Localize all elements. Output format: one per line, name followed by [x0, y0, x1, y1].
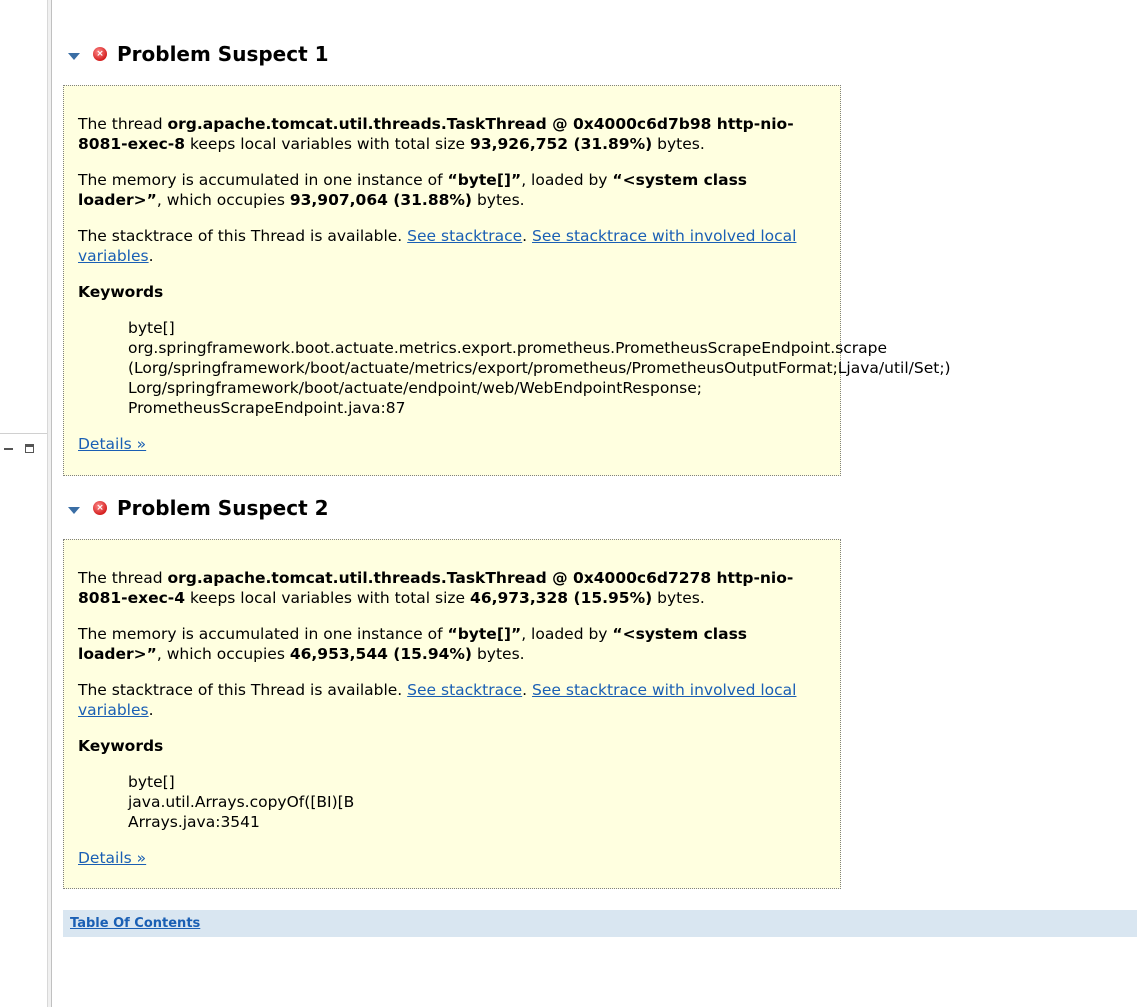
keyword-item: java.util.Arrays.copyOf([BI)[B	[128, 793, 355, 811]
details-row: Details »	[78, 434, 826, 454]
keyword-item: Arrays.java:3541	[128, 813, 260, 831]
memory-size: 93,907,064 (31.88%)	[289, 191, 473, 209]
keyword-item: (Lorg/springframework/boot/actuate/metri…	[128, 359, 951, 377]
text-fragment: keeps local variables with total size	[185, 589, 471, 607]
memory-type: “byte[]”	[447, 171, 522, 189]
pane-splitter[interactable]	[47, 0, 52, 1007]
error-icon: ×	[93, 47, 107, 61]
stacktrace-description: The stacktrace of this Thread is availab…	[78, 226, 826, 266]
thread-description: The thread org.apache.tomcat.util.thread…	[78, 114, 826, 154]
text-fragment: The memory is accumulated in one instanc…	[78, 171, 448, 189]
text-fragment: bytes.	[472, 645, 525, 663]
text-fragment: .	[148, 701, 154, 719]
text-fragment: The memory is accumulated in one instanc…	[78, 625, 448, 643]
see-stacktrace-link[interactable]: See stacktrace	[407, 681, 522, 699]
memory-description: The memory is accumulated in one instanc…	[78, 170, 826, 210]
suspect-1-box: The thread org.apache.tomcat.util.thread…	[63, 85, 951, 476]
text-fragment: bytes.	[472, 191, 525, 209]
suspect-2-box: The thread org.apache.tomcat.util.thread…	[63, 539, 841, 889]
text-fragment: The thread	[78, 115, 168, 133]
pane-divider-line	[0, 433, 47, 434]
left-view-pane	[0, 0, 47, 1007]
section-title: Problem Suspect 1	[117, 42, 329, 66]
text-fragment: bytes.	[652, 135, 705, 153]
text-fragment: The thread	[78, 569, 168, 587]
text-fragment: keeps local variables with total size	[185, 135, 471, 153]
text-fragment: .	[522, 227, 533, 245]
table-of-contents-link[interactable]: Table Of Contents	[70, 916, 200, 931]
text-fragment: The stacktrace of this Thread is availab…	[78, 227, 408, 245]
details-link[interactable]: Details »	[78, 435, 146, 453]
keywords-list: byte[] java.util.Arrays.copyOf([BI)[B Ar…	[128, 772, 826, 832]
keywords-heading: Keywords	[78, 737, 164, 755]
thread-size: 46,973,328 (15.95%)	[470, 589, 653, 607]
text-fragment: .	[522, 681, 533, 699]
keyword-item: byte[]	[128, 319, 175, 337]
text-fragment: bytes.	[652, 589, 705, 607]
thread-size: 93,926,752 (31.89%)	[470, 135, 653, 153]
text-fragment: .	[148, 247, 154, 265]
memory-description: The memory is accumulated in one instanc…	[78, 624, 826, 664]
memory-type: “byte[]”	[447, 625, 522, 643]
text-fragment: , which occupies	[156, 191, 290, 209]
keywords-heading: Keywords	[78, 283, 164, 301]
text-fragment: , loaded by	[521, 625, 613, 643]
keyword-item: org.springframework.boot.actuate.metrics…	[128, 339, 888, 357]
details-row: Details »	[78, 848, 826, 868]
see-stacktrace-link[interactable]: See stacktrace	[407, 227, 522, 245]
section-title: Problem Suspect 2	[117, 496, 329, 520]
keyword-item: Lorg/springframework/boot/actuate/endpoi…	[128, 379, 702, 397]
text-fragment: , which occupies	[156, 645, 290, 663]
minimize-icon[interactable]	[4, 444, 13, 453]
maximize-icon[interactable]	[25, 444, 34, 453]
text-fragment: , loaded by	[521, 171, 613, 189]
text-fragment: The stacktrace of this Thread is availab…	[78, 681, 408, 699]
chevron-down-icon[interactable]	[68, 507, 80, 514]
chevron-down-icon[interactable]	[68, 53, 80, 60]
details-link[interactable]: Details »	[78, 849, 146, 867]
table-of-contents-bar: Table Of Contents	[63, 910, 1137, 937]
keywords-list: byte[] org.springframework.boot.actuate.…	[128, 318, 951, 418]
keyword-item: PrometheusScrapeEndpoint.java:87	[128, 399, 406, 417]
error-icon: ×	[93, 501, 107, 515]
stacktrace-description: The stacktrace of this Thread is availab…	[78, 680, 826, 720]
thread-description: The thread org.apache.tomcat.util.thread…	[78, 568, 826, 608]
memory-size: 46,953,544 (15.94%)	[289, 645, 473, 663]
keyword-item: byte[]	[128, 773, 175, 791]
